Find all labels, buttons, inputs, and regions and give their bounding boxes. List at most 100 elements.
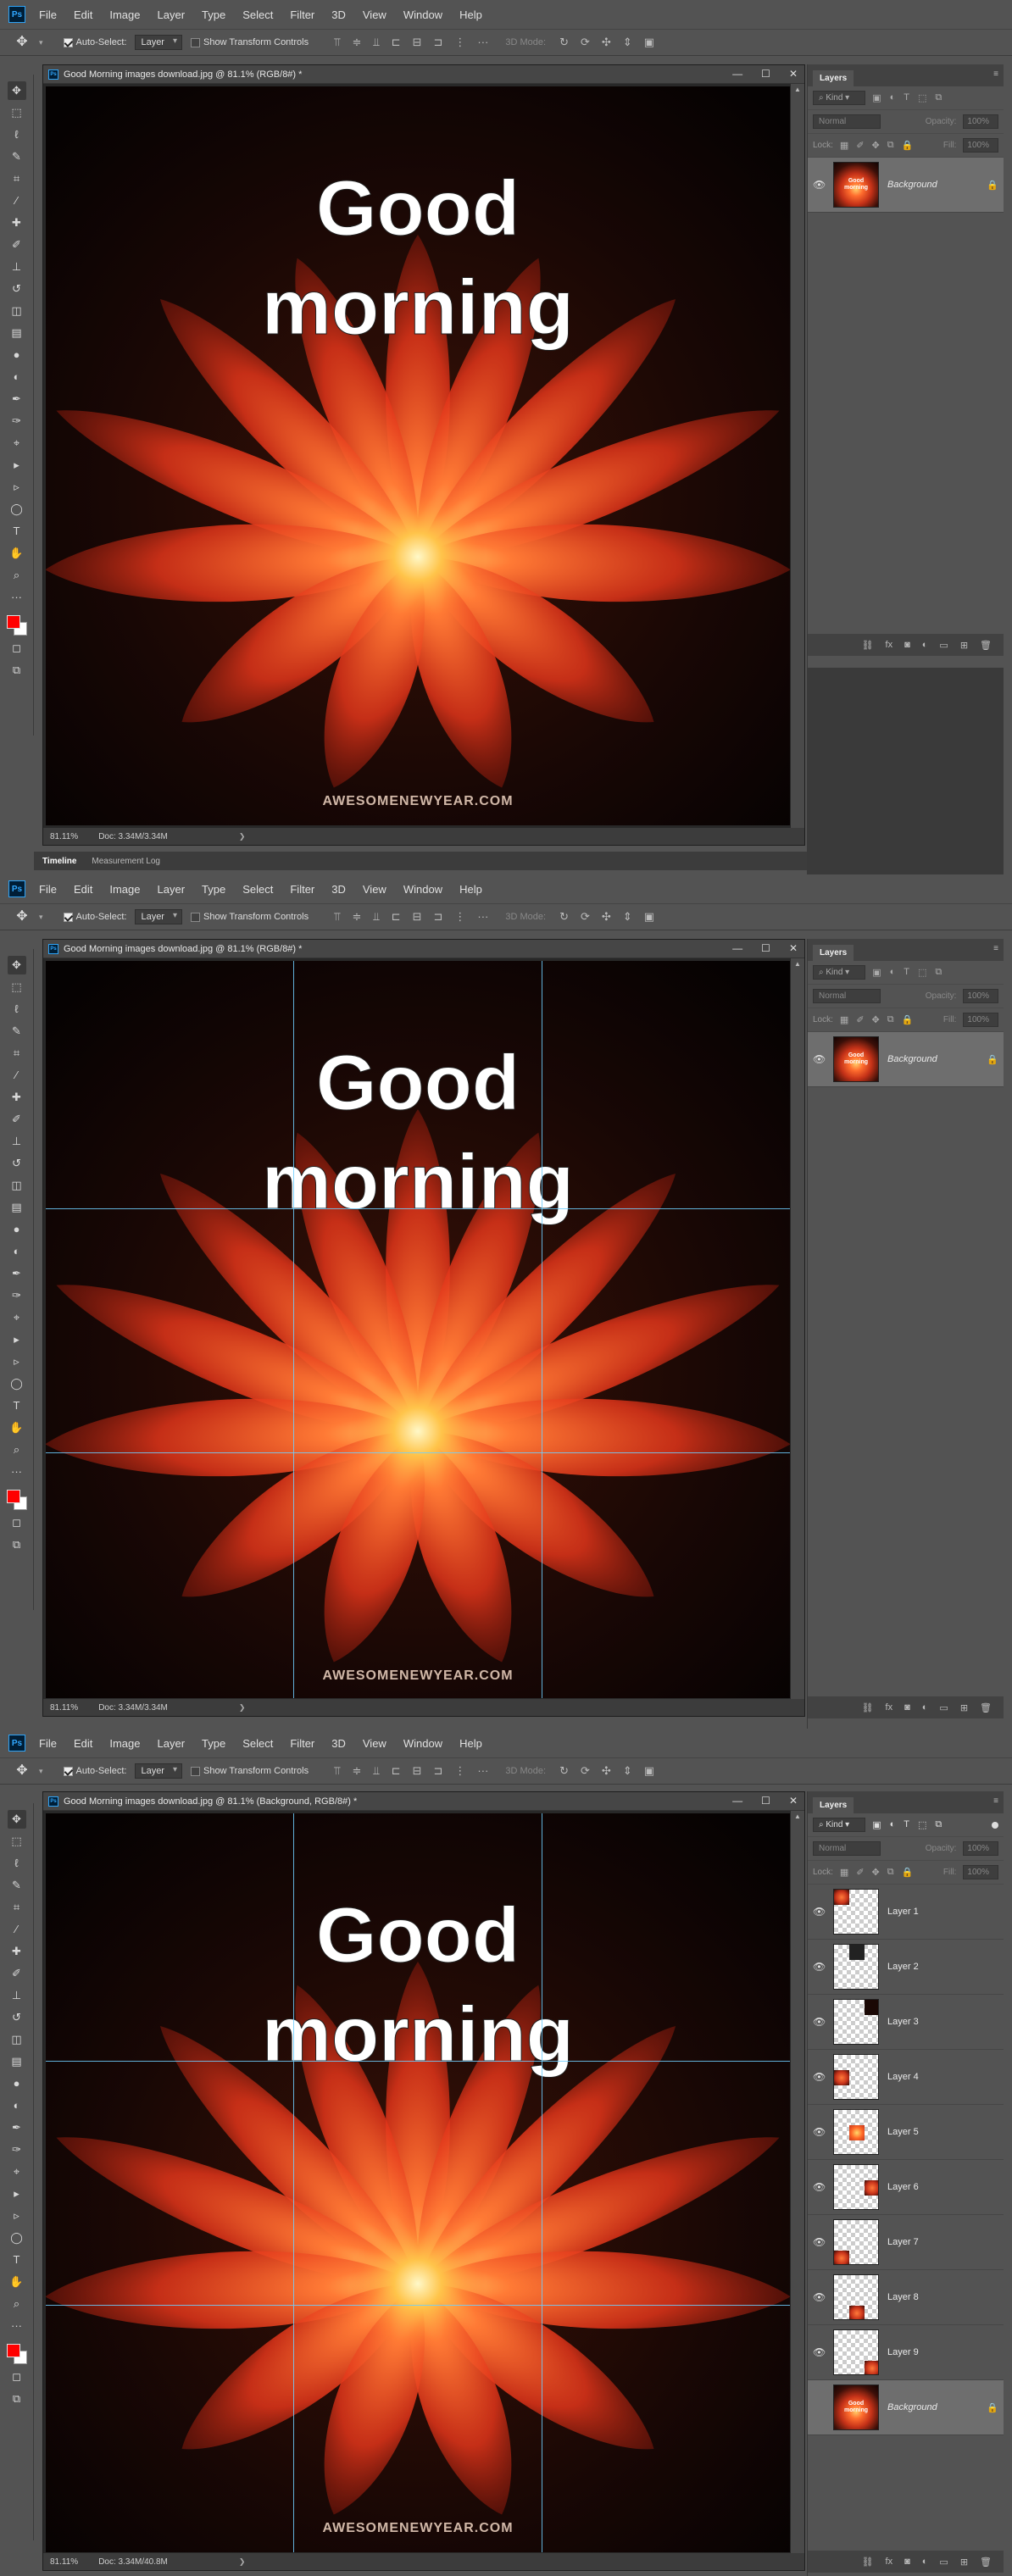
filter-pixel-icon[interactable]: ▣: [872, 92, 881, 103]
menu-image[interactable]: Image: [109, 1737, 140, 1750]
blur-tool-button[interactable]: ●: [8, 2074, 26, 2093]
auto-select-checkbox[interactable]: Auto-Select:: [63, 1766, 126, 1776]
adjustment-layer-icon[interactable]: ◐: [922, 2557, 928, 2567]
hand-tool-button[interactable]: ✋: [8, 544, 26, 563]
brush-tool-button[interactable]: ✐: [8, 1964, 26, 1983]
minimize-icon[interactable]: —: [732, 1795, 742, 1807]
add-mask-icon[interactable]: ◙: [904, 1702, 910, 1713]
lock-all-icon[interactable]: 🔒: [902, 140, 914, 151]
menu-view[interactable]: View: [363, 1737, 386, 1750]
menu-layer[interactable]: Layer: [158, 883, 186, 896]
maximize-icon[interactable]: ☐: [761, 1795, 770, 1807]
crop-tool-button[interactable]: ⌗: [8, 1898, 26, 1917]
blend-mode-select[interactable]: Normal: [813, 989, 881, 1003]
filter-pixel-icon[interactable]: ▣: [872, 967, 881, 978]
menu-3d[interactable]: 3D: [331, 883, 346, 896]
lasso-tool-button[interactable]: ℓ: [8, 125, 26, 144]
show-transform-checkbox[interactable]: Show Transform Controls: [190, 912, 309, 922]
filter-shape-icon[interactable]: ⬚: [918, 1819, 926, 1830]
3d-pan-icon[interactable]: ✣: [602, 1764, 611, 1778]
more-options-icon[interactable]: ···: [477, 1764, 488, 1778]
history-brush-tool-button[interactable]: ↺: [8, 1154, 26, 1173]
auto-select-target-select[interactable]: Layer: [135, 909, 182, 924]
menu-layer[interactable]: Layer: [158, 1737, 186, 1750]
lock-position-icon[interactable]: ✥: [872, 1867, 880, 1878]
3d-rotate-icon[interactable]: ↻: [559, 910, 569, 924]
marquee-tool-button[interactable]: ⬚: [8, 103, 26, 122]
tab-layers[interactable]: Layers: [813, 70, 854, 86]
filter-smart-icon[interactable]: ⧉: [935, 967, 942, 978]
brush-tool-button[interactable]: ✐: [8, 1110, 26, 1129]
eyedropper-tool-button[interactable]: ⁄: [8, 1066, 26, 1085]
history-brush-tool-button[interactable]: ↺: [8, 280, 26, 298]
menu-view[interactable]: View: [363, 8, 386, 21]
fx-icon[interactable]: fx: [886, 1702, 893, 1713]
adjustment-layer-icon[interactable]: ◐: [922, 1702, 928, 1713]
vertical-scrollbar[interactable]: ▲: [791, 958, 804, 1699]
screen-mode-button[interactable]: ⧉: [8, 1535, 26, 1554]
menu-type[interactable]: Type: [202, 883, 225, 896]
menu-type[interactable]: Type: [202, 1737, 225, 1750]
eraser-tool-button[interactable]: ◫: [8, 2030, 26, 2049]
document-tab[interactable]: Ps Good Morning images download.jpg @ 81…: [43, 940, 804, 958]
filter-kind-select[interactable]: ⌕ Kind ▾: [813, 91, 866, 105]
layer-row-background[interactable]: 👁 Goodmorning Background 🔒: [808, 158, 1004, 213]
link-layers-icon[interactable]: ⛓: [862, 640, 874, 651]
align-bottom-icon[interactable]: ⫫: [373, 36, 379, 49]
menu-file[interactable]: File: [39, 883, 57, 896]
visibility-eye-icon[interactable]: 👁: [813, 2071, 826, 2083]
layer-name[interactable]: Background: [887, 180, 937, 190]
tab-measurement-log[interactable]: Measurement Log: [92, 857, 160, 866]
layer-name[interactable]: Layer 7: [887, 2237, 919, 2247]
marquee-tool-button[interactable]: ⬚: [8, 978, 26, 997]
lock-paint-icon[interactable]: ✐: [856, 1014, 864, 1025]
3d-roll-icon[interactable]: ⟳: [581, 910, 590, 924]
status-menu-caret-icon[interactable]: ❯: [239, 832, 246, 841]
lasso-tool-button[interactable]: ℓ: [8, 1000, 26, 1019]
3d-pan-icon[interactable]: ✣: [602, 910, 611, 924]
marquee-tool-button[interactable]: ⬚: [8, 1832, 26, 1851]
vertical-scrollbar[interactable]: ▲: [791, 1811, 804, 2553]
layer-name[interactable]: Layer 5: [887, 2127, 919, 2137]
horizontal-guide[interactable]: [46, 2305, 790, 2306]
maximize-icon[interactable]: ☐: [761, 942, 770, 954]
layer-name[interactable]: Layer 1: [887, 1907, 919, 1917]
3d-slide-icon[interactable]: ⇕: [623, 36, 632, 49]
visibility-eye-icon[interactable]: 👁: [813, 2016, 826, 2028]
auto-select-target-select[interactable]: Layer: [135, 1763, 182, 1779]
tab-layers[interactable]: Layers: [813, 1797, 854, 1813]
new-layer-icon[interactable]: ⊞: [960, 2557, 968, 2568]
visibility-eye-icon[interactable]: 👁: [813, 1053, 826, 1065]
add-mask-icon[interactable]: ◙: [904, 2557, 910, 2567]
lock-all-icon[interactable]: 🔒: [902, 1014, 914, 1025]
lock-position-icon[interactable]: ✥: [872, 1014, 880, 1025]
menu-window[interactable]: Window: [403, 883, 442, 896]
align-left-icon[interactable]: ⊏: [392, 910, 401, 924]
layer-row-layer-1[interactable]: 👁 Layer 1: [808, 1885, 1004, 1940]
path-select-tool-button[interactable]: ▸: [8, 1330, 26, 1349]
scroll-up-icon[interactable]: ▲: [791, 958, 804, 970]
menu-type[interactable]: Type: [202, 8, 225, 21]
filter-smart-icon[interactable]: ⧉: [935, 1819, 942, 1830]
close-icon[interactable]: ✕: [789, 942, 798, 954]
layer-name[interactable]: Background: [887, 2402, 937, 2412]
align-hcenter-icon[interactable]: ⊟: [413, 36, 422, 49]
horizontal-guide[interactable]: [46, 1452, 790, 1453]
filter-kind-select[interactable]: ⌕ Kind ▾: [813, 965, 866, 980]
lock-artboard-icon[interactable]: ⧉: [887, 1014, 894, 1025]
layer-row-layer-5[interactable]: 👁 Layer 5: [808, 2105, 1004, 2160]
align-top-icon[interactable]: ⫪: [334, 910, 340, 924]
align-bottom-icon[interactable]: ⫫: [373, 1764, 379, 1778]
auto-select-checkbox[interactable]: Auto-Select:: [63, 37, 126, 47]
align-left-icon[interactable]: ⊏: [392, 36, 401, 49]
checkbox-checked-icon[interactable]: [63, 37, 73, 47]
lock-artboard-icon[interactable]: ⧉: [887, 1867, 894, 1878]
filter-shape-icon[interactable]: ⬚: [918, 92, 926, 103]
fill-input[interactable]: 100%: [963, 138, 998, 153]
path-select-tool-button[interactable]: ▸: [8, 2185, 26, 2203]
align-hcenter-icon[interactable]: ⊟: [413, 1764, 422, 1778]
ellipse-tool-button[interactable]: ◯: [8, 1374, 26, 1393]
zoom-level[interactable]: 81.11%: [50, 2557, 78, 2567]
menu-edit[interactable]: Edit: [74, 1737, 92, 1750]
layer-name[interactable]: Layer 8: [887, 2292, 919, 2302]
